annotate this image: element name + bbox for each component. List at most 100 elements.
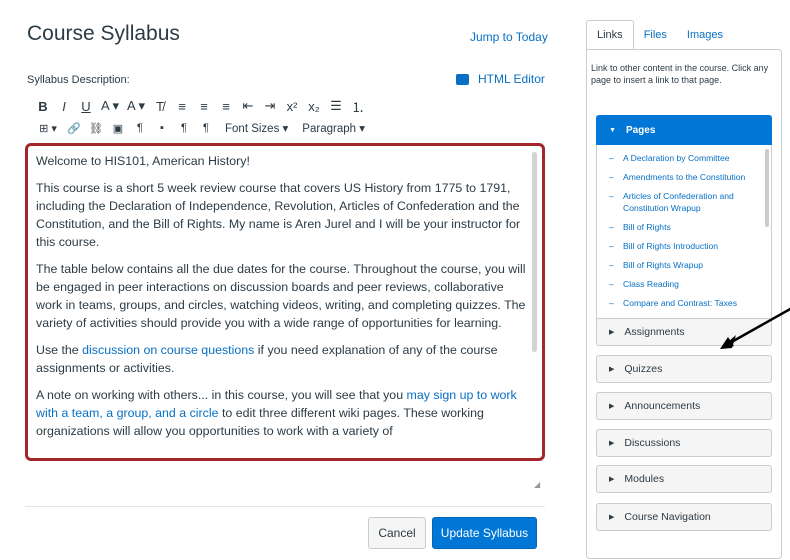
- pointer-arrow-icon: [720, 307, 790, 349]
- align-left-button[interactable]: ≡: [171, 96, 193, 116]
- chevron-right-icon: ▶: [609, 366, 615, 373]
- dash-icon: –: [609, 172, 614, 182]
- bullet-list-button[interactable]: ☰: [325, 96, 347, 116]
- page-link-item[interactable]: – Amendments to the Constitution: [597, 171, 771, 183]
- editor-paragraph: A note on working with others... in this…: [36, 386, 528, 440]
- links-help-text: Link to other content in the course. Cli…: [591, 63, 769, 85]
- page-link-label: Bill of Rights: [623, 222, 671, 232]
- chevron-right-icon: ▶: [609, 403, 615, 410]
- pages-section-header[interactable]: ▼ Pages: [596, 115, 772, 145]
- page-link-label: Articles of Confederation and Constituti…: [623, 191, 734, 213]
- paragraph-button[interactable]: ¶: [129, 118, 151, 138]
- subscript-button[interactable]: x₂: [303, 96, 325, 116]
- font-sizes-dropdown[interactable]: Font Sizes ▾: [225, 118, 288, 138]
- pages-scrollbar[interactable]: [765, 149, 769, 227]
- rich-text-editor[interactable]: Welcome to HIS101, American History! Thi…: [25, 143, 545, 461]
- outdent-button[interactable]: ⇤: [237, 96, 259, 116]
- tab-links[interactable]: Links: [586, 20, 634, 50]
- align-center-button[interactable]: ≡: [193, 96, 215, 116]
- media-button[interactable]: ▪: [151, 118, 173, 138]
- page-link-item[interactable]: – Bill of Rights Wrapup: [597, 259, 771, 271]
- dash-icon: –: [609, 279, 614, 289]
- page-link-item[interactable]: – Bill of Rights: [597, 221, 771, 233]
- discussion-link[interactable]: discussion on course questions: [82, 343, 254, 357]
- section-announcements[interactable]: ▶ Announcements: [596, 392, 772, 420]
- editor-text: A note on working with others... in this…: [36, 388, 407, 402]
- section-course-navigation[interactable]: ▶ Course Navigation: [596, 503, 772, 531]
- html-editor-label: HTML Editor: [478, 72, 545, 86]
- editor-toolbar-row-1: BIUA ▾ A ▾ T̸ ≡ ≡ ≡ ⇤ ⇥ x² x₂ ☰ ⒈: [33, 96, 369, 116]
- editor-paragraph: The table below contains all the due dat…: [36, 262, 526, 330]
- sidebar-tabs: Links Files Images: [586, 20, 733, 50]
- tab-images[interactable]: Images: [677, 20, 733, 50]
- pages-list: – A Declaration by Committee – Amendments t…: [596, 145, 772, 329]
- divider: [25, 506, 545, 507]
- indent-button[interactable]: ⇥: [259, 96, 281, 116]
- page-link-item[interactable]: – A Declaration by Committee: [597, 152, 771, 164]
- superscript-button[interactable]: x²: [281, 96, 303, 116]
- editor-paragraph: Use the discussion on course questions i…: [36, 341, 528, 377]
- dash-icon: –: [609, 222, 614, 232]
- numbered-list-button[interactable]: ⒈: [347, 96, 369, 116]
- text-color-button[interactable]: A ▾: [97, 96, 123, 116]
- editor-content[interactable]: Welcome to HIS101, American History! Thi…: [36, 152, 528, 449]
- editor-text: Use the: [36, 343, 83, 357]
- section-label: Discussions: [624, 437, 681, 449]
- syllabus-description-label: Syllabus Description:: [27, 74, 130, 86]
- page-title: Course Syllabus: [27, 22, 180, 45]
- page-link-label: Bill of Rights Introduction: [623, 241, 719, 251]
- page-link-label: Bill of Rights Wrapup: [623, 260, 704, 270]
- image-button[interactable]: ▣: [107, 118, 129, 138]
- html-editor-icon: [456, 73, 469, 85]
- section-modules[interactable]: ▶ Modules: [596, 465, 772, 493]
- paragraph-dropdown[interactable]: Paragraph ▾: [302, 118, 365, 138]
- ltr-button[interactable]: ¶: [173, 118, 195, 138]
- editor-paragraph: This course is a short 5 week review cou…: [36, 181, 521, 249]
- tab-files[interactable]: Files: [634, 20, 677, 50]
- chevron-down-icon: ▼: [609, 126, 616, 134]
- dash-icon: –: [609, 241, 614, 251]
- page-link-item[interactable]: – Articles of Confederation and Constitut…: [597, 190, 771, 214]
- editor-paragraph: Welcome to HIS101, American History!: [36, 154, 250, 168]
- section-label: Assignments: [624, 326, 685, 338]
- cancel-button[interactable]: Cancel: [368, 517, 426, 549]
- bold-button[interactable]: B: [33, 96, 53, 116]
- clear-formatting-button[interactable]: T̸: [149, 96, 171, 116]
- resize-handle-icon[interactable]: ◢: [534, 480, 540, 489]
- content-selector-sidebar: Links Files Images Link to other content…: [584, 18, 790, 560]
- italic-button[interactable]: I: [53, 96, 75, 116]
- dash-icon: –: [609, 191, 614, 201]
- section-label: Modules: [624, 473, 665, 485]
- section-label: Course Navigation: [624, 511, 711, 523]
- section-label: Announcements: [624, 400, 701, 412]
- page-link-item[interactable]: – Bill of Rights Introduction: [597, 240, 771, 252]
- chevron-right-icon: ▶: [609, 440, 615, 447]
- unlink-button[interactable]: ⛓: [85, 118, 107, 138]
- editor-toolbar-row-2: ⊞ ▾ 🔗 ⛓ ▣ ¶ ▪ ¶ ¶ Font Sizes ▾ Paragraph ▾: [33, 118, 365, 138]
- dash-icon: –: [609, 153, 614, 163]
- dash-icon: –: [609, 298, 614, 308]
- link-button[interactable]: 🔗: [63, 118, 85, 138]
- rtl-button[interactable]: ¶: [195, 118, 217, 138]
- page-link-label: Class Reading: [623, 279, 679, 289]
- page-link-label: Amendments to the Constitution: [623, 172, 746, 182]
- pages-label: Pages: [625, 124, 656, 136]
- chevron-right-icon: ▶: [609, 514, 615, 521]
- dash-icon: –: [609, 260, 614, 270]
- background-color-button[interactable]: A ▾: [123, 96, 149, 116]
- underline-button[interactable]: U: [75, 96, 97, 116]
- update-syllabus-button[interactable]: Update Syllabus: [432, 517, 537, 549]
- jump-to-today-link[interactable]: Jump to Today: [470, 30, 548, 44]
- section-discussions[interactable]: ▶ Discussions: [596, 429, 772, 457]
- section-label: Quizzes: [624, 363, 663, 375]
- chevron-right-icon: ▶: [609, 329, 615, 336]
- page-link-label: A Declaration by Committee: [623, 153, 730, 163]
- syllabus-editor-area: Course Syllabus Jump to Today Syllabus D…: [0, 0, 560, 560]
- align-right-button[interactable]: ≡: [215, 96, 237, 116]
- page-link-item[interactable]: – Class Reading: [597, 278, 771, 290]
- html-editor-toggle[interactable]: HTML Editor: [456, 72, 545, 86]
- chevron-right-icon: ▶: [609, 476, 615, 483]
- table-button[interactable]: ⊞ ▾: [33, 118, 63, 138]
- section-quizzes[interactable]: ▶ Quizzes: [596, 355, 772, 383]
- editor-scrollbar[interactable]: [532, 152, 537, 352]
